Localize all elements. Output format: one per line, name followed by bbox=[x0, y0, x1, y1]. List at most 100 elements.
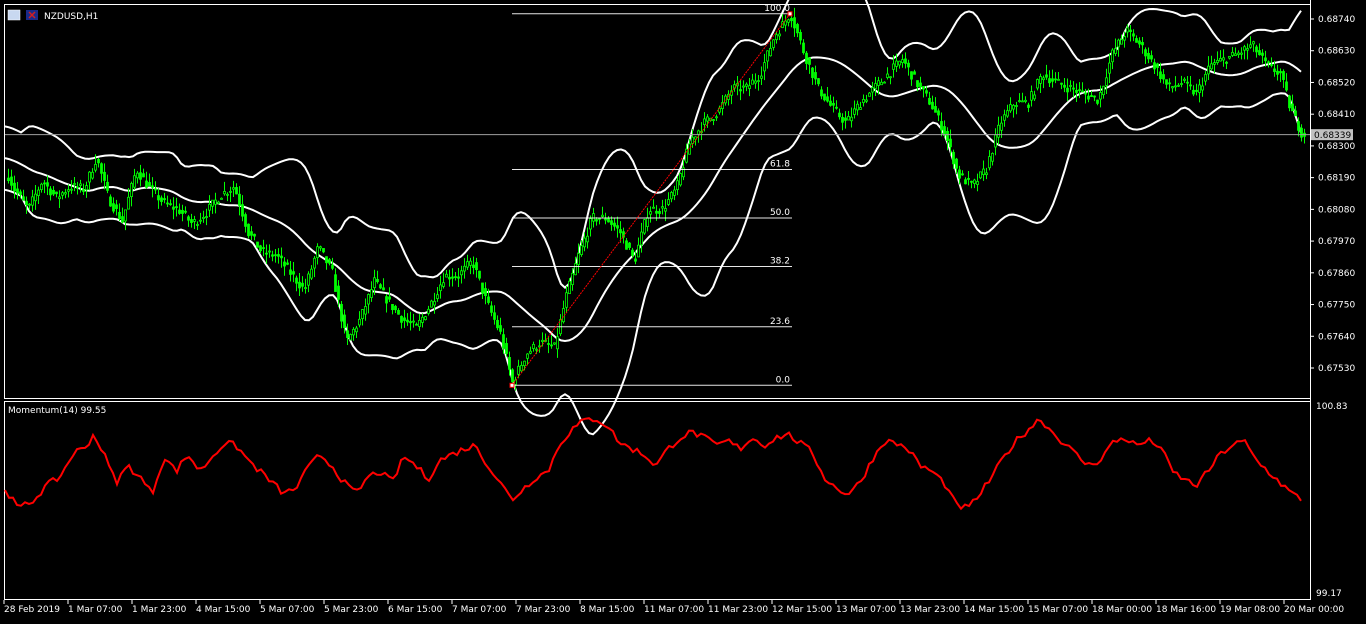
candle bbox=[436, 286, 439, 302]
candle bbox=[562, 300, 565, 324]
candle bbox=[973, 178, 976, 189]
candle bbox=[1279, 68, 1282, 82]
candle bbox=[1213, 58, 1216, 74]
candle bbox=[340, 301, 343, 329]
candle bbox=[1138, 37, 1141, 48]
price-axis-label: 0.68740 bbox=[1318, 15, 1355, 25]
chart-window[interactable]: NZDUSD,H1 Momentum(14) 99.55 100.0 61.8 50… bbox=[0, 0, 1366, 620]
candle bbox=[67, 184, 70, 198]
fib-level-label: 100.0 bbox=[764, 4, 790, 14]
time-axis-label: 8 Mar 15:00 bbox=[580, 605, 635, 615]
candle bbox=[181, 204, 184, 222]
candle bbox=[1186, 75, 1189, 93]
candle bbox=[997, 116, 1000, 145]
time-axis-label: 28 Feb 2019 bbox=[4, 605, 60, 615]
candle bbox=[1234, 47, 1237, 57]
candle bbox=[598, 217, 601, 225]
candle bbox=[313, 255, 316, 278]
price-candles bbox=[7, 7, 1306, 391]
candle bbox=[640, 222, 643, 253]
fib-anchor-low[interactable] bbox=[509, 382, 515, 388]
fibonacci-retracement[interactable]: 100.0 61.8 50.0 38.2 23.6 0.0 bbox=[509, 4, 793, 388]
candle bbox=[367, 293, 370, 314]
candle bbox=[601, 206, 604, 218]
candle bbox=[856, 100, 859, 116]
candle bbox=[172, 197, 175, 220]
candle bbox=[706, 114, 709, 128]
candle bbox=[697, 129, 700, 143]
candle bbox=[1018, 93, 1021, 103]
price-axis-label: 0.68300 bbox=[1318, 142, 1355, 152]
candle bbox=[112, 197, 115, 214]
chart-canvas[interactable]: NZDUSD,H1 Momentum(14) 99.55 100.0 61.8 50… bbox=[0, 0, 1366, 620]
candle bbox=[1168, 78, 1171, 91]
price-axis[interactable]: 0.68740 0.68630 0.68520 0.68410 0.68300 0.681… bbox=[1310, 15, 1355, 374]
candle bbox=[91, 168, 94, 180]
candle bbox=[250, 226, 253, 241]
candle bbox=[1303, 128, 1306, 144]
candle bbox=[34, 184, 37, 210]
candle bbox=[1015, 101, 1018, 115]
candle bbox=[649, 206, 652, 223]
candle bbox=[937, 108, 940, 122]
candle bbox=[445, 269, 448, 278]
candle bbox=[1198, 79, 1201, 103]
candle bbox=[976, 173, 979, 192]
candle bbox=[1045, 64, 1048, 80]
fib-level[interactable]: 61.8 bbox=[512, 160, 792, 171]
candle bbox=[1294, 105, 1297, 117]
candle bbox=[1033, 90, 1036, 101]
candle bbox=[217, 200, 220, 205]
candle bbox=[793, 7, 796, 37]
candle bbox=[433, 292, 436, 314]
candle bbox=[370, 281, 373, 302]
candle bbox=[1153, 58, 1156, 74]
candle bbox=[1066, 78, 1069, 102]
candle bbox=[439, 275, 442, 299]
time-axis-label: 18 Mar 00:00 bbox=[1092, 605, 1152, 615]
candle bbox=[424, 315, 427, 321]
candle bbox=[58, 190, 61, 208]
candle bbox=[850, 107, 853, 128]
candle bbox=[607, 216, 610, 223]
candle bbox=[148, 173, 151, 187]
fib-trendline[interactable] bbox=[511, 13, 791, 386]
fib-level[interactable]: 0.0 bbox=[512, 375, 792, 386]
candle bbox=[1009, 97, 1012, 113]
candle bbox=[163, 192, 166, 204]
candle bbox=[292, 261, 295, 283]
candle bbox=[481, 282, 484, 300]
time-axis-label: 5 Mar 07:00 bbox=[260, 605, 315, 615]
bollinger-upper bbox=[4, 0, 1302, 289]
candle bbox=[1024, 96, 1027, 104]
time-axis[interactable]: 28 Feb 2019 1 Mar 07:00 1 Mar 23:00 4 Mar 1… bbox=[3, 600, 1344, 615]
candle bbox=[265, 244, 268, 264]
price-axis-label: 0.68410 bbox=[1318, 110, 1355, 120]
candle bbox=[196, 221, 199, 230]
fib-anchor-high[interactable] bbox=[787, 11, 793, 17]
candle bbox=[457, 268, 460, 287]
candle bbox=[364, 298, 367, 321]
candle bbox=[1222, 49, 1225, 67]
candle bbox=[1042, 75, 1045, 89]
candle bbox=[79, 179, 82, 193]
candle bbox=[835, 100, 838, 110]
candle bbox=[205, 208, 208, 226]
candle bbox=[124, 209, 127, 231]
candle bbox=[43, 179, 46, 194]
candle bbox=[142, 168, 145, 178]
candle bbox=[208, 195, 211, 218]
candle bbox=[751, 73, 754, 85]
candle bbox=[739, 79, 742, 101]
candle bbox=[301, 276, 304, 292]
candle bbox=[748, 77, 751, 97]
price-axis-label: 0.67860 bbox=[1318, 269, 1355, 279]
fib-level[interactable]: 23.6 bbox=[512, 317, 792, 328]
candle bbox=[712, 118, 715, 126]
candle bbox=[1210, 55, 1213, 71]
candle bbox=[385, 293, 388, 313]
candle bbox=[76, 181, 79, 195]
candle bbox=[628, 241, 631, 250]
candle bbox=[1075, 83, 1078, 103]
fib-level[interactable]: 100.0 bbox=[512, 4, 792, 15]
